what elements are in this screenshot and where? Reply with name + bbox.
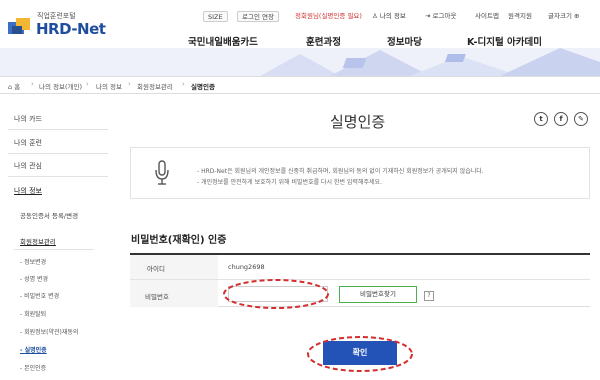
password-highlight-ellipse [223, 279, 329, 309]
confirm-highlight-ellipse [307, 336, 413, 372]
highlight-annotations [223, 279, 413, 372]
page: 직업훈련포털 HRD-Net SIZE 로그인 연장 정회원님(실명인증 필요)… [0, 0, 600, 380]
